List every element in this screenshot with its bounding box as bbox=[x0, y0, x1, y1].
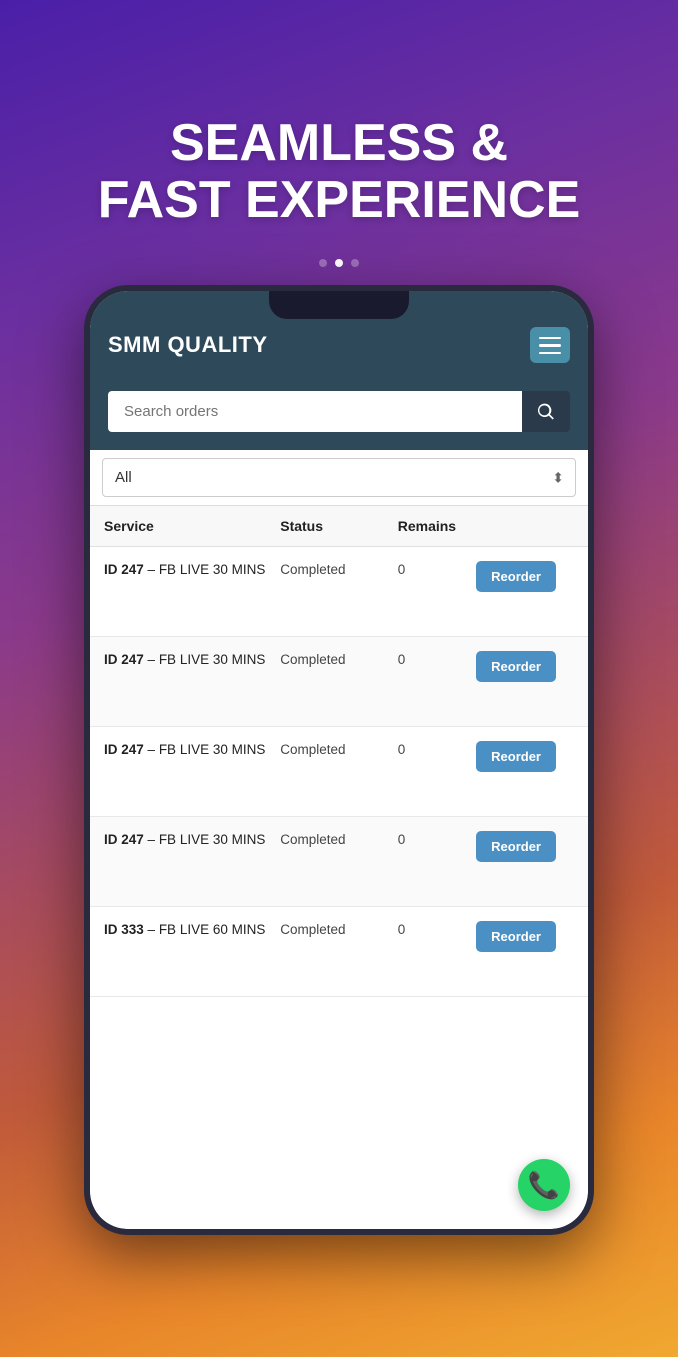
search-input[interactable] bbox=[108, 391, 522, 432]
service-id: ID 247 bbox=[104, 742, 144, 757]
hamburger-icon bbox=[539, 337, 561, 355]
app-logo: SMM QUALITY bbox=[108, 332, 268, 358]
reorder-button[interactable]: Reorder bbox=[476, 651, 556, 682]
menu-button[interactable] bbox=[530, 327, 570, 363]
page-dots bbox=[319, 259, 359, 267]
col-service: Service bbox=[104, 518, 280, 534]
service-cell: ID 247 – FB LIVE 30 MINS bbox=[104, 651, 280, 670]
status-cell: Completed bbox=[280, 561, 398, 577]
service-cell: ID 247 – FB LIVE 30 MINS bbox=[104, 831, 280, 850]
dot-3[interactable] bbox=[351, 259, 359, 267]
whatsapp-button[interactable]: 📞 bbox=[518, 1159, 570, 1211]
table-header: Service Status Remains bbox=[90, 506, 588, 547]
status-cell: Completed bbox=[280, 831, 398, 847]
dot-2[interactable] bbox=[335, 259, 343, 267]
phone-frame: SMM QUALITY bbox=[84, 285, 594, 1235]
remains-cell: 0 bbox=[398, 561, 476, 577]
service-cell: ID 247 – FB LIVE 30 MINS bbox=[104, 741, 280, 760]
volume-up-button bbox=[84, 451, 86, 496]
hero-line1: SEAMLESS & bbox=[98, 115, 581, 172]
service-id: ID 247 bbox=[104, 652, 144, 667]
service-separator: – bbox=[148, 832, 159, 847]
table-row: ID 247 – FB LIVE 30 MINS Completed 0 Reo… bbox=[90, 817, 588, 907]
filter-row: All Completed Processing Pending Cancell… bbox=[90, 450, 588, 506]
phone-notch bbox=[269, 291, 409, 319]
service-id: ID 333 bbox=[104, 922, 144, 937]
remains-cell: 0 bbox=[398, 651, 476, 667]
table-row: ID 247 – FB LIVE 30 MINS Completed 0 Reo… bbox=[90, 547, 588, 637]
filter-select-wrap: All Completed Processing Pending Cancell… bbox=[102, 458, 576, 497]
search-button[interactable] bbox=[522, 391, 570, 432]
reorder-button[interactable]: Reorder bbox=[476, 741, 556, 772]
col-remains: Remains bbox=[398, 518, 476, 534]
table-row: ID 247 – FB LIVE 30 MINS Completed 0 Reo… bbox=[90, 637, 588, 727]
hero-title: SEAMLESS & FAST EXPERIENCE bbox=[98, 115, 581, 229]
hero-section: SEAMLESS & FAST EXPERIENCE bbox=[98, 0, 581, 259]
col-action bbox=[476, 518, 574, 534]
reorder-button[interactable]: Reorder bbox=[476, 921, 556, 952]
whatsapp-icon: 📞 bbox=[528, 1170, 560, 1201]
table-body: ID 247 – FB LIVE 30 MINS Completed 0 Reo… bbox=[90, 547, 588, 997]
remains-cell: 0 bbox=[398, 921, 476, 937]
service-separator: – bbox=[148, 922, 159, 937]
remains-cell: 0 bbox=[398, 831, 476, 847]
reorder-button[interactable]: Reorder bbox=[476, 831, 556, 862]
service-id: ID 247 bbox=[104, 562, 144, 577]
status-cell: Completed bbox=[280, 921, 398, 937]
search-input-wrap bbox=[108, 391, 570, 432]
hero-line2: FAST EXPERIENCE bbox=[98, 172, 581, 229]
status-cell: Completed bbox=[280, 651, 398, 667]
power-button bbox=[592, 511, 594, 581]
service-separator: – bbox=[148, 742, 159, 757]
service-cell: ID 247 – FB LIVE 30 MINS bbox=[104, 561, 280, 580]
service-cell: ID 333 – FB LIVE 60 MINS bbox=[104, 921, 280, 940]
phone-screen: SMM QUALITY bbox=[90, 291, 588, 1229]
reorder-button[interactable]: Reorder bbox=[476, 561, 556, 592]
status-cell: Completed bbox=[280, 741, 398, 757]
remains-cell: 0 bbox=[398, 741, 476, 757]
table-row: ID 247 – FB LIVE 30 MINS Completed 0 Reo… bbox=[90, 727, 588, 817]
orders-table: Service Status Remains ID 247 – FB LIVE … bbox=[90, 506, 588, 1229]
dot-1[interactable] bbox=[319, 259, 327, 267]
filter-select[interactable]: All Completed Processing Pending Cancell… bbox=[102, 458, 576, 497]
table-row: ID 333 – FB LIVE 60 MINS Completed 0 Reo… bbox=[90, 907, 588, 997]
service-separator: – bbox=[148, 562, 159, 577]
service-id: ID 247 bbox=[104, 832, 144, 847]
col-status: Status bbox=[280, 518, 398, 534]
service-separator: – bbox=[148, 652, 159, 667]
search-icon bbox=[536, 402, 556, 422]
search-area bbox=[90, 379, 588, 450]
volume-down-button bbox=[84, 511, 86, 581]
